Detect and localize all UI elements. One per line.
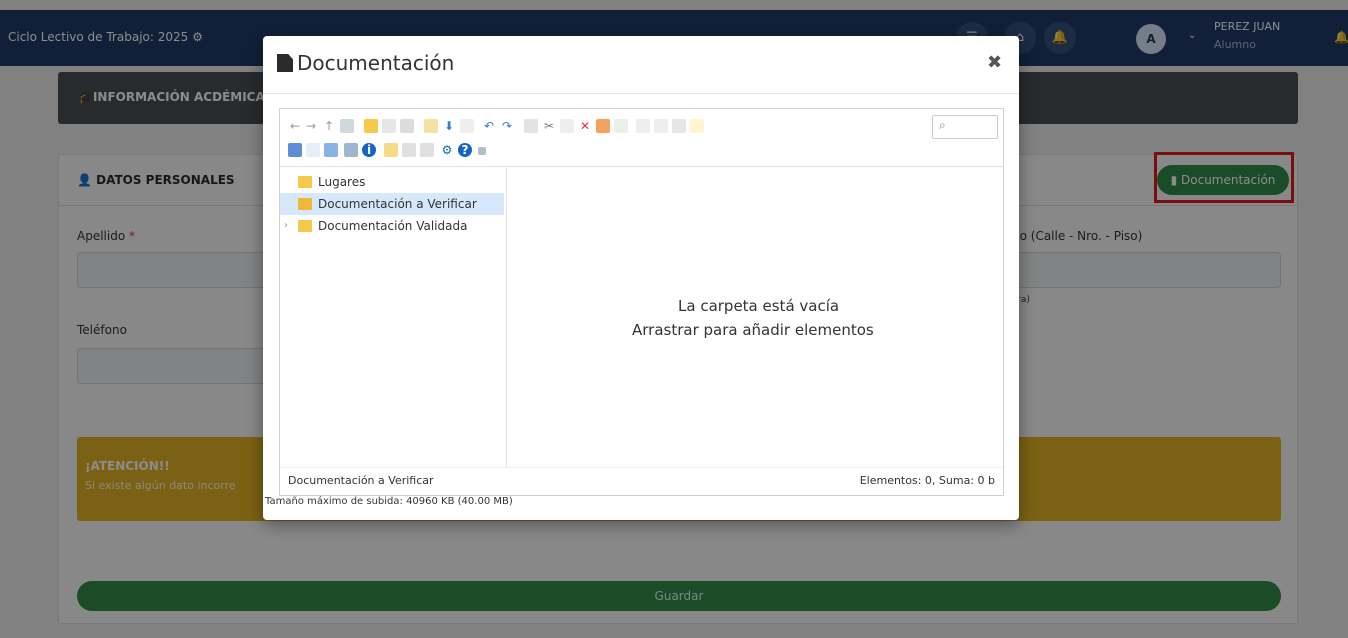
delete-icon[interactable]: ✕ (578, 119, 592, 133)
folder-icon (298, 220, 312, 232)
current-path: Documentación a Verificar (288, 474, 434, 487)
redo-icon[interactable]: ↷ (500, 119, 514, 133)
reload-icon[interactable] (340, 119, 354, 133)
copy-icon[interactable] (524, 119, 538, 133)
document-icon (277, 54, 293, 72)
folder-icon (298, 176, 312, 188)
forward-icon[interactable]: → (304, 119, 318, 133)
new-file-icon[interactable] (382, 119, 396, 133)
modal-header: Documentación ✖ (263, 36, 1019, 94)
places-icon[interactable] (344, 143, 358, 157)
columns-icon[interactable] (420, 143, 434, 157)
close-icon[interactable]: ✖ (987, 52, 1002, 73)
file-manager: ← → ↑ ⬇ ↶ ↷ ✂ ✕ ⌕ i ⚙ ? Lugares Document… (279, 108, 1004, 496)
select-none-icon[interactable] (306, 143, 320, 157)
file-manager-toolbar: ← → ↑ ⬇ ↶ ↷ ✂ ✕ ⌕ i ⚙ ? (280, 109, 1003, 167)
upload-limit-info: Tamaño máximo de subida: 40960 KB (40.00… (265, 496, 513, 507)
cut-icon[interactable]: ✂ (542, 119, 556, 133)
upload-icon[interactable] (400, 119, 414, 133)
back-icon[interactable]: ← (288, 119, 302, 133)
undo-icon[interactable]: ↶ (482, 119, 496, 133)
up-icon[interactable]: ↑ (322, 119, 336, 133)
help-icon[interactable]: ? (458, 143, 472, 157)
fullscreen-icon[interactable] (478, 147, 486, 155)
search-icon: ⌕ (939, 118, 946, 132)
empty-icon[interactable] (596, 119, 610, 133)
info-icon[interactable]: i (362, 143, 376, 157)
documentation-modal: Documentación ✖ ← → ↑ ⬇ ↶ ↷ ✂ ✕ ⌕ i ⚙ ? … (263, 36, 1019, 520)
drag-hint-message: Arrastrar para añadir elementos (632, 321, 874, 339)
select-all-icon[interactable] (288, 143, 302, 157)
duplicate-icon[interactable] (614, 119, 628, 133)
rename-icon[interactable] (636, 119, 650, 133)
new-folder-icon[interactable] (364, 119, 378, 133)
folder-open-icon (298, 198, 312, 210)
file-manager-statusbar: Documentación a Verificar Elementos: 0, … (280, 467, 1003, 495)
paste-icon[interactable] (560, 119, 574, 133)
getfile-icon[interactable] (460, 119, 474, 133)
edit-icon[interactable] (654, 119, 668, 133)
archive-icon[interactable] (690, 119, 704, 133)
search-input[interactable]: ⌕ (932, 115, 998, 139)
quicklook-icon[interactable] (384, 143, 398, 157)
tree-item-lugares[interactable]: Lugares (280, 171, 504, 193)
settings-icon[interactable]: ⚙ (440, 143, 454, 157)
tree-item-documentacion-validada[interactable]: › Documentación Validada (280, 215, 504, 237)
list-view-icon[interactable] (402, 143, 416, 157)
download-icon[interactable]: ⬇ (442, 119, 456, 133)
empty-folder-message: La carpeta está vacía (678, 297, 840, 315)
resize-icon[interactable] (672, 119, 686, 133)
modal-title: Documentación (297, 51, 455, 75)
chevron-right-icon[interactable]: › (284, 215, 288, 237)
folder-tree: Lugares Documentación a Verificar › Docu… (280, 167, 507, 467)
tree-item-documentacion-a-verificar[interactable]: Documentación a Verificar (280, 193, 504, 215)
items-count: Elementos: 0, Suma: 0 b (859, 474, 995, 487)
open-icon[interactable] (424, 119, 438, 133)
select-invert-icon[interactable] (324, 143, 338, 157)
